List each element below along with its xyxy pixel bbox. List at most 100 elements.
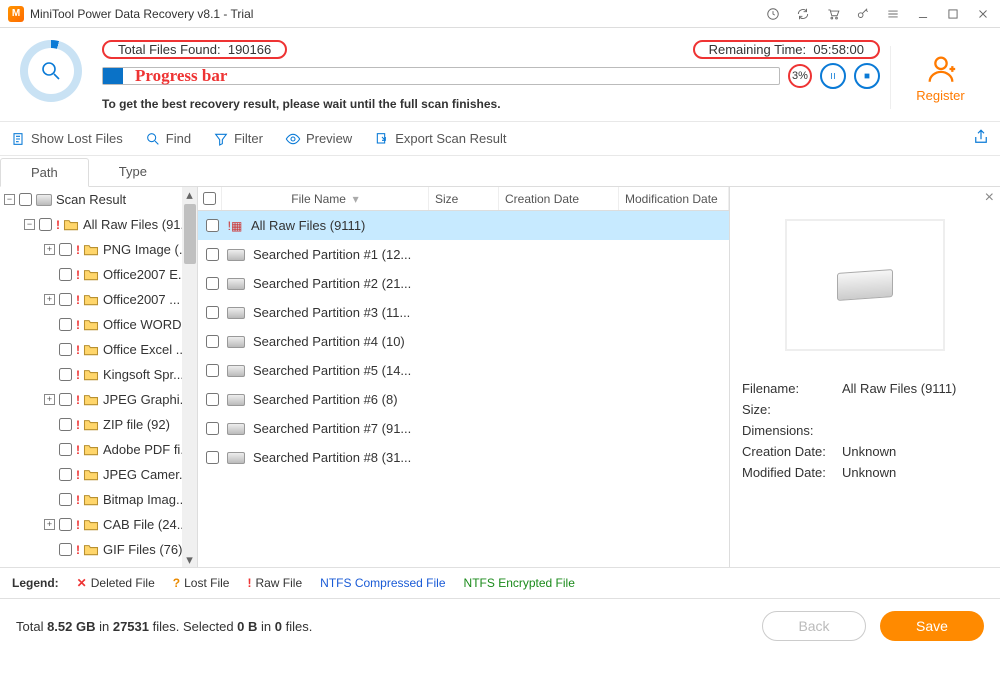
column-filename[interactable]: File Name ▾ xyxy=(222,187,429,210)
drive-icon xyxy=(227,307,245,319)
scroll-thumb[interactable] xyxy=(184,204,196,264)
progress-percent: 3% xyxy=(788,64,812,88)
filter-icon xyxy=(213,131,229,147)
cart-icon[interactable] xyxy=(824,5,842,23)
close-icon[interactable] xyxy=(974,5,992,23)
remaining-label: Remaining Time: xyxy=(709,42,807,57)
preview-thumbnail xyxy=(785,219,945,351)
tree-item[interactable]: !GIF Files (76) xyxy=(0,537,197,562)
show-lost-files-button[interactable]: Show Lost Files xyxy=(10,131,123,147)
maximize-icon[interactable] xyxy=(944,5,962,23)
folder-icon xyxy=(83,443,99,457)
raw-marker-icon: ! xyxy=(76,518,80,532)
column-checkbox[interactable] xyxy=(198,187,222,210)
tree-item[interactable]: +!JPEG Graphi... xyxy=(0,387,197,412)
drive-icon xyxy=(227,336,245,348)
raw-marker-icon: ! xyxy=(76,393,80,407)
folder-icon xyxy=(83,393,99,407)
eye-icon xyxy=(285,131,301,147)
file-row[interactable]: Searched Partition #3 (11... xyxy=(198,298,729,327)
drive-icon xyxy=(227,394,245,406)
file-row[interactable]: Searched Partition #7 (91... xyxy=(198,414,729,443)
found-value: 190166 xyxy=(228,42,271,57)
share-icon[interactable] xyxy=(972,128,990,149)
folder-icon xyxy=(83,318,99,332)
folder-icon xyxy=(83,293,99,307)
register-icon xyxy=(891,52,990,86)
close-details-icon[interactable]: × xyxy=(985,189,994,207)
file-row[interactable]: !▦All Raw Files (9111) xyxy=(198,211,729,240)
app-title: MiniTool Power Data Recovery v8.1 - Tria… xyxy=(30,7,764,21)
folder-icon xyxy=(83,268,99,282)
refresh-icon[interactable] xyxy=(794,5,812,23)
register-label: Register xyxy=(891,88,990,103)
file-row[interactable]: Searched Partition #8 (31... xyxy=(198,443,729,472)
column-modification-date[interactable]: Modification Date xyxy=(619,187,729,210)
menu-icon[interactable] xyxy=(884,5,902,23)
file-list-header: File Name ▾ Size Creation Date Modificat… xyxy=(198,187,729,211)
export-file-icon xyxy=(374,131,390,147)
legend-ntfs-encrypted: NTFS Encrypted File xyxy=(464,576,575,590)
save-button[interactable]: Save xyxy=(880,611,984,641)
column-creation-date[interactable]: Creation Date xyxy=(499,187,619,210)
minimize-icon[interactable] xyxy=(914,5,932,23)
tree-item[interactable]: !Kingsoft Spr... xyxy=(0,362,197,387)
tree-item[interactable]: +!Office2007 ... xyxy=(0,287,197,312)
file-row[interactable]: Searched Partition #5 (14... xyxy=(198,356,729,385)
tree-item[interactable]: !ZIP file (92) xyxy=(0,412,197,437)
key-icon[interactable] xyxy=(854,5,872,23)
file-row[interactable]: Searched Partition #4 (10) xyxy=(198,327,729,356)
detail-filename-key: Filename: xyxy=(742,381,842,396)
tree-item[interactable]: !JPEG Camer... xyxy=(0,462,197,487)
raw-marker-icon: ! xyxy=(76,243,80,257)
scan-area: Total Files Found: 190166 Remaining Time… xyxy=(10,34,880,121)
tab-path[interactable]: Path xyxy=(0,158,89,187)
scroll-down-icon[interactable]: ▾ xyxy=(182,552,197,567)
stop-button[interactable] xyxy=(854,63,880,89)
progress-annotation: Progress bar xyxy=(135,68,227,84)
raw-marker-icon: ! xyxy=(76,493,80,507)
tree-item[interactable]: !Office Excel ... xyxy=(0,337,197,362)
export-label: Export Scan Result xyxy=(395,131,506,146)
file-row[interactable]: Searched Partition #6 (8) xyxy=(198,385,729,414)
back-button[interactable]: Back xyxy=(762,611,866,641)
find-button[interactable]: Find xyxy=(145,131,191,147)
raw-marker-icon: ! xyxy=(76,418,80,432)
detail-size-key: Size: xyxy=(742,402,842,417)
file-row[interactable]: Searched Partition #1 (12... xyxy=(198,240,729,269)
detail-filename-value: All Raw Files (9111) xyxy=(842,381,956,396)
column-size[interactable]: Size xyxy=(429,187,499,210)
legend-deleted: ✕Deleted File xyxy=(77,576,155,590)
export-scan-button[interactable]: Export Scan Result xyxy=(374,131,506,147)
search-icon xyxy=(145,131,161,147)
filter-button[interactable]: Filter xyxy=(213,131,263,147)
tree-item[interactable]: !Office WORD... xyxy=(0,312,197,337)
footer-stats: Total 8.52 GB in 27531 files. Selected 0… xyxy=(16,619,748,634)
tree-scrollbar[interactable]: ▴ ▾ xyxy=(182,187,197,567)
tree-item[interactable]: !Adobe PDF fi... xyxy=(0,437,197,462)
detail-modified-key: Modified Date: xyxy=(742,465,842,480)
legend-bar: Legend: ✕Deleted File ?Lost File !Raw Fi… xyxy=(0,567,1000,598)
tab-type[interactable]: Type xyxy=(89,158,177,186)
filter-label: Filter xyxy=(234,131,263,146)
pause-button[interactable] xyxy=(820,63,846,89)
tree-panel: −Scan Result−!All Raw Files (91...+!PNG … xyxy=(0,187,198,567)
register-button[interactable]: Register xyxy=(890,46,990,109)
tree-all-raw[interactable]: −!All Raw Files (91... xyxy=(0,212,197,237)
raw-marker-icon: ! xyxy=(76,543,80,557)
folder-icon xyxy=(83,493,99,507)
tree-item[interactable]: +!PNG Image (... xyxy=(0,237,197,262)
tree-item[interactable]: +!CAB File (24... xyxy=(0,512,197,537)
file-row[interactable]: Searched Partition #2 (21... xyxy=(198,269,729,298)
toolbar: Show Lost Files Find Filter Preview Expo… xyxy=(0,121,1000,156)
scan-tip: To get the best recovery result, please … xyxy=(102,97,880,111)
clock-icon[interactable] xyxy=(764,5,782,23)
tree-root[interactable]: −Scan Result xyxy=(0,187,197,212)
preview-button[interactable]: Preview xyxy=(285,131,352,147)
remaining-value: 05:58:00 xyxy=(813,42,864,57)
scroll-up-icon[interactable]: ▴ xyxy=(182,187,197,202)
tree-item[interactable]: !Bitmap Imag... xyxy=(0,487,197,512)
drive-icon xyxy=(227,278,245,290)
tree-item[interactable]: !MP4 Audio Fi... xyxy=(0,562,197,567)
tree-item[interactable]: !Office2007 E... xyxy=(0,262,197,287)
